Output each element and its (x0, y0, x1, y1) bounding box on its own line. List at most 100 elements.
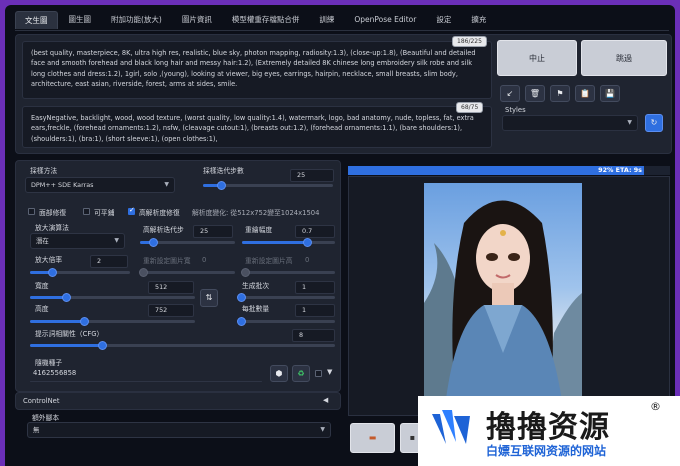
hires-resolution-info: 解析度變化: 從512x752變至1024x1504 (192, 209, 320, 217)
batch-count-label: 生成批次 (242, 282, 270, 290)
resize-width-slider[interactable] (139, 268, 235, 277)
denoise-slider-handle[interactable] (303, 238, 312, 247)
controlnet-label[interactable]: ControlNet (23, 397, 60, 405)
tab-txt2img[interactable]: 文生圖 (15, 11, 58, 29)
extra-seed-toggle-icon[interactable]: ▼ (327, 368, 332, 376)
cfg-slider[interactable] (30, 341, 335, 350)
upscale-by-input[interactable]: 2 (90, 255, 128, 268)
progress-text: 92% ETA: 9s (598, 166, 642, 174)
batch-count-slider[interactable] (237, 293, 335, 302)
tab-extensions[interactable]: 擴充 (462, 11, 495, 29)
tab-train[interactable]: 訓練 (310, 11, 343, 29)
refresh-styles-button[interactable]: ↻ (645, 114, 663, 132)
seed-label: 隨機種子 (35, 359, 63, 367)
parameters-panel (15, 160, 341, 392)
watermark-registered: ® (650, 400, 661, 413)
hires-steps-input[interactable]: 25 (193, 225, 233, 238)
script-select[interactable]: 無 ▼ (27, 422, 331, 438)
resize-height-slider[interactable] (241, 268, 335, 277)
upscaler-select[interactable]: 潛在 ▼ (30, 233, 125, 249)
height-label: 高度 (35, 305, 49, 313)
watermark-title: 擼擼资源 (486, 410, 610, 445)
extra-seed-checkbox[interactable] (315, 370, 322, 377)
tab-img2img[interactable]: 圖生圖 (60, 11, 101, 29)
steps-input[interactable]: 25 (290, 169, 334, 182)
upscale-by-slider-handle[interactable] (48, 268, 57, 277)
negative-prompt-text: EasyNegative, backlight, wood, wood text… (31, 114, 474, 143)
hires-steps-slider-handle[interactable] (149, 238, 158, 247)
tab-settings[interactable]: 設定 (427, 11, 460, 29)
resize-width-label: 重新設定圖片寬 (143, 257, 191, 265)
apply-styles-button[interactable]: ↙ (500, 85, 520, 102)
prompt-token-counter: 186/225 (452, 36, 487, 47)
cfg-label: 提示詞相關性（CFG） (35, 330, 104, 338)
sampler-value: DPM++ SDE Karras (31, 181, 94, 189)
upscaler-label: 放大演算法 (35, 224, 69, 232)
hires-steps-label: 高解析迭代步 (143, 226, 184, 234)
tiling-checkbox[interactable] (83, 208, 90, 215)
clear-prompt-button[interactable]: 🗑 (525, 85, 545, 102)
collapse-left-icon[interactable]: ◀ (323, 396, 328, 404)
extra-networks-button[interactable]: ⚑ (550, 85, 570, 102)
cfg-slider-handle[interactable] (98, 341, 107, 350)
resize-height-slider-handle[interactable] (241, 268, 250, 277)
swap-dimensions-button[interactable]: ⇅ (200, 289, 218, 307)
tab-checkpoint-merger[interactable]: 模型權重存檔點合併 (223, 11, 309, 29)
height-slider-handle[interactable] (80, 317, 89, 326)
batch-count-input[interactable]: 1 (295, 281, 335, 294)
watermark-subtitle: 白嫖互联网资源的网站 (486, 444, 607, 458)
restore-faces-checkbox[interactable] (28, 208, 35, 215)
denoise-input[interactable]: 0.7 (295, 225, 335, 238)
resize-width-value: 0 (202, 256, 207, 264)
negative-prompt-textarea[interactable]: EasyNegative, backlight, wood, wood text… (22, 106, 492, 148)
send-to-folder-button[interactable]: ▬ (350, 423, 395, 453)
steps-label: 採樣迭代步數 (203, 167, 244, 175)
prompt-textarea[interactable]: (best quality, masterpiece, 8K, ultra hi… (22, 41, 492, 99)
height-input[interactable]: 752 (148, 304, 194, 317)
random-seed-button[interactable]: ⬢ (270, 365, 288, 382)
tab-png-info[interactable]: 圖片資訊 (173, 11, 221, 29)
denoise-slider[interactable] (242, 238, 335, 247)
hires-fix-checkbox[interactable] (128, 206, 135, 215)
dice-icon: ⬢ (275, 369, 283, 378)
styles-dropdown[interactable]: ▼ (502, 115, 638, 131)
restore-faces-label: 面部修復 (39, 209, 67, 217)
watermark-logo (432, 410, 470, 444)
refresh-icon: ↻ (650, 118, 658, 127)
width-input[interactable]: 512 (148, 281, 194, 294)
interrupt-button[interactable]: 中止 (497, 40, 577, 76)
script-value: 無 (33, 426, 40, 434)
paste-button[interactable]: 📋 (575, 85, 595, 102)
chevron-down-icon: ▼ (114, 237, 119, 244)
resize-width-slider-handle[interactable] (139, 268, 148, 277)
batch-size-slider[interactable] (237, 317, 335, 326)
width-slider[interactable] (30, 293, 195, 302)
progress-bar: 92% ETA: 9s (348, 166, 670, 175)
trash-icon: 🗑 (529, 89, 541, 98)
resize-height-label: 重新設定圖片高 (245, 257, 293, 265)
reuse-seed-button[interactable]: ♻ (292, 365, 310, 382)
generated-image[interactable] (424, 183, 582, 415)
cfg-input[interactable]: 8 (292, 329, 335, 342)
batch-size-input[interactable]: 1 (295, 304, 335, 317)
watermark-banner: 擼擼资源 ® 白嫖互联网资源的网站 (418, 396, 680, 466)
batch-size-slider-handle[interactable] (237, 317, 246, 326)
hires-steps-slider[interactable] (140, 238, 235, 247)
chevron-down-icon: ▼ (164, 181, 169, 188)
skip-button[interactable]: 跳過 (581, 40, 667, 76)
width-slider-handle[interactable] (62, 293, 71, 302)
tab-extras[interactable]: 附加功能(放大) (102, 11, 171, 29)
swap-icon: ⇅ (205, 293, 213, 302)
seed-input[interactable]: 4162556858 (33, 369, 76, 377)
upscale-by-slider[interactable] (30, 268, 130, 277)
batch-count-slider-handle[interactable] (237, 293, 246, 302)
chevron-down-icon: ▼ (627, 119, 632, 126)
resize-height-value: 0 (305, 256, 310, 264)
tab-openpose-editor[interactable]: OpenPose Editor (345, 11, 425, 29)
tiling-label: 可平鋪 (94, 209, 115, 217)
save-style-button[interactable]: 💾 (600, 85, 620, 102)
height-slider[interactable] (30, 317, 195, 326)
steps-slider-handle[interactable] (217, 181, 226, 190)
steps-slider[interactable] (203, 181, 333, 190)
sampler-select[interactable]: DPM++ SDE Karras ▼ (25, 177, 175, 193)
